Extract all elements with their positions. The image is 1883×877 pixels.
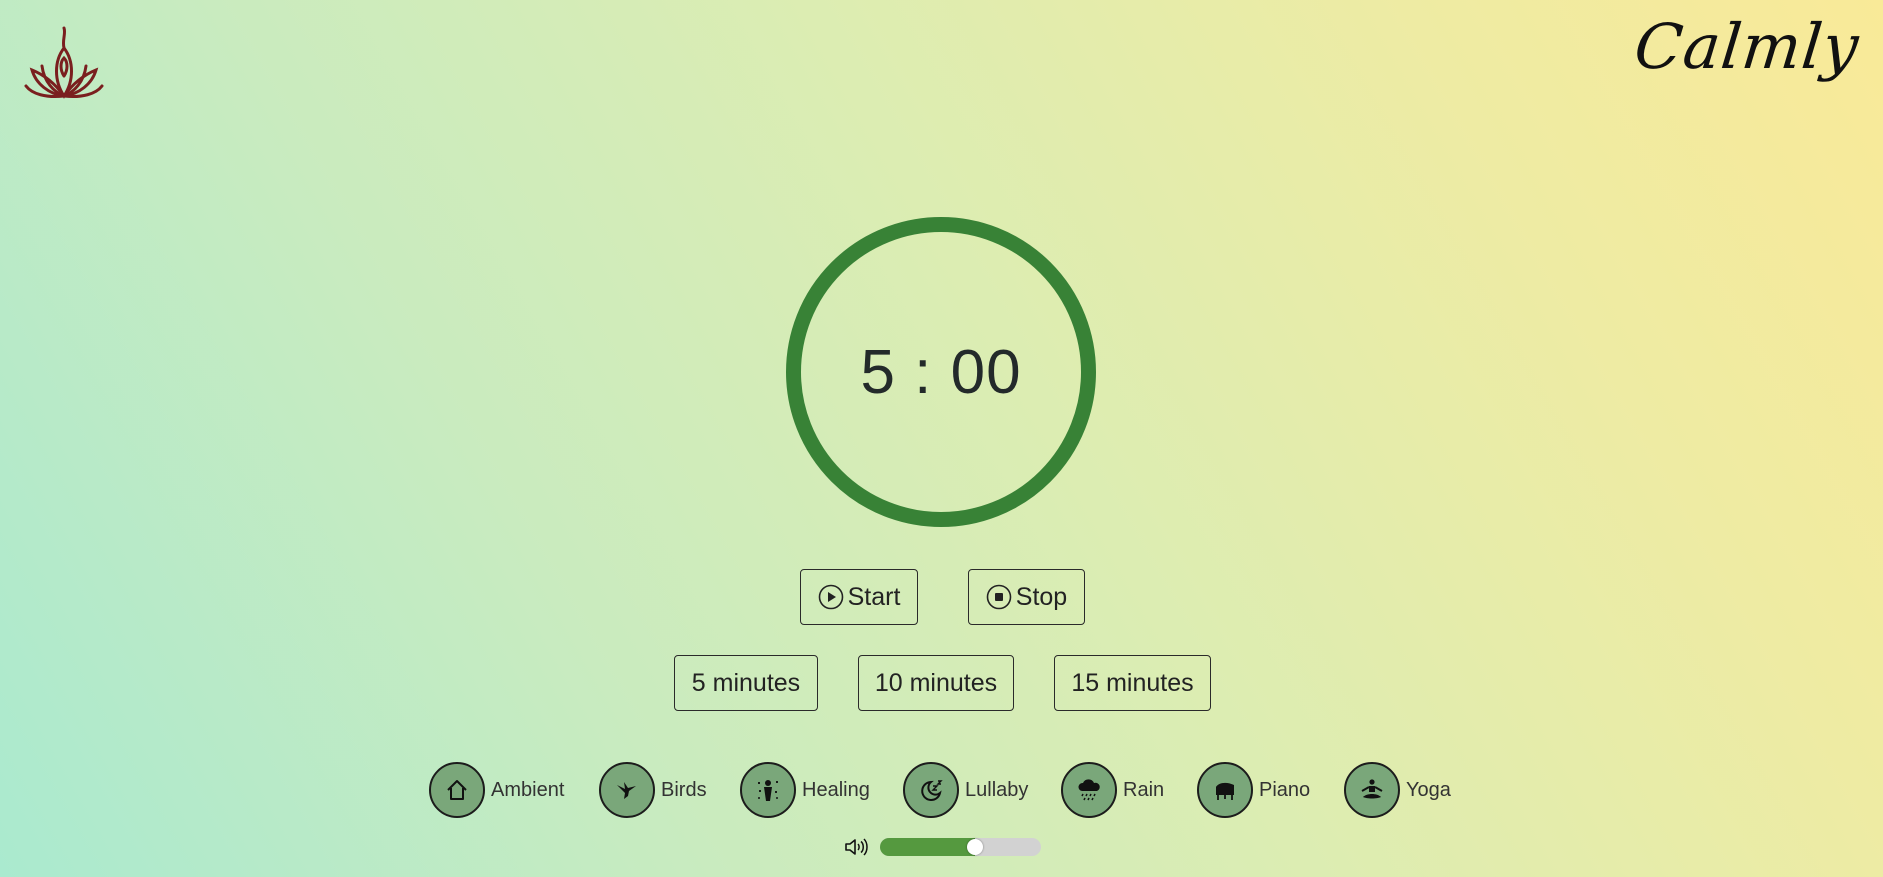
sound-label: Yoga	[1406, 778, 1451, 801]
sound-yoga-button[interactable]: Yoga	[1344, 760, 1451, 820]
sound-ambient-button[interactable]: Ambient	[429, 760, 564, 820]
sound-icon-circle	[1061, 762, 1117, 818]
sound-icon-circle	[903, 762, 959, 818]
speaker-icon[interactable]	[844, 836, 868, 858]
sound-rain-button[interactable]: Rain	[1061, 760, 1164, 820]
sound-piano-button[interactable]: Piano	[1197, 760, 1310, 820]
start-button[interactable]: Start	[800, 569, 918, 625]
stop-circle-icon	[986, 584, 1012, 610]
meditation-icon	[1361, 779, 1383, 799]
sound-healing-button[interactable]: Healing	[740, 760, 870, 820]
duration-label: 10 minutes	[874, 668, 998, 697]
sound-icon-circle	[599, 762, 655, 818]
duration-label: 15 minutes	[1071, 668, 1194, 697]
rain-cloud-icon	[1078, 779, 1100, 801]
timer-display: 5 : 00	[860, 337, 1022, 407]
duration-5-button[interactable]: 5 minutes	[674, 655, 818, 711]
moon-sleep-icon	[921, 780, 943, 801]
volume-thumb[interactable]	[967, 839, 983, 855]
house-icon	[447, 780, 467, 800]
volume-fill	[880, 838, 975, 856]
volume-slider[interactable]	[880, 838, 1041, 856]
healing-person-icon	[758, 780, 778, 801]
piano-icon	[1216, 782, 1234, 800]
timer-ring: 5 : 00	[786, 217, 1096, 527]
duration-10-button[interactable]: 10 minutes	[858, 655, 1014, 711]
play-circle-icon	[818, 584, 843, 610]
sound-lullaby-button[interactable]: Lullaby	[903, 760, 1028, 820]
sound-label: Ambient	[491, 778, 565, 801]
sound-label: Birds	[661, 778, 707, 801]
sound-icon-circle	[429, 762, 485, 818]
stop-label: Stop	[1015, 582, 1068, 611]
duration-label: 5 minutes	[691, 668, 801, 697]
sound-birds-button[interactable]: Birds	[599, 760, 707, 820]
sound-label: Healing	[802, 778, 870, 801]
sound-icon-circle	[740, 762, 796, 818]
lotus-flame-icon	[24, 26, 104, 99]
stop-button[interactable]: Stop	[968, 569, 1085, 625]
duration-15-button[interactable]: 15 minutes	[1054, 655, 1211, 711]
sound-label: Rain	[1123, 778, 1165, 801]
sound-icon-circle	[1344, 762, 1400, 818]
hummingbird-icon	[617, 782, 636, 799]
start-label: Start	[847, 582, 901, 611]
sound-icon-circle	[1197, 762, 1253, 818]
app-title: Calmly	[1631, 10, 1863, 83]
sound-label: Piano	[1259, 778, 1311, 801]
sound-label: Lullaby	[965, 778, 1029, 801]
